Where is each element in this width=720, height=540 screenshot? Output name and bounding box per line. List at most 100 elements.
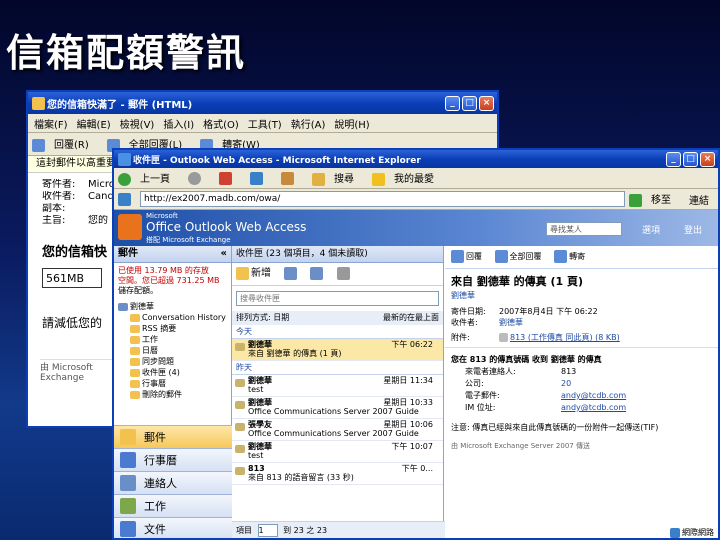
collapse-chevron-icon[interactable]: « (221, 246, 227, 262)
reading-toolbar: 回覆 全部回覆 轉寄 (445, 246, 718, 269)
find-someone-input[interactable]: 尋找某人 (546, 222, 622, 236)
group-header[interactable]: 昨天 (232, 361, 443, 375)
message-subject: Office Communications Server 2007 Guide (248, 407, 419, 416)
message-subject: test (248, 451, 264, 460)
folder-icon (130, 357, 140, 366)
owa-close-button[interactable]: × (700, 151, 715, 167)
message-row[interactable]: 劉德華 星期日 10:33 Office Communications Server… (232, 397, 443, 419)
nav-button[interactable]: 連絡人 (114, 471, 232, 494)
folder-item[interactable]: Conversation History (118, 312, 231, 323)
folder-label: 劉德華 (130, 302, 154, 311)
menu-item[interactable]: 檢視(V) (120, 116, 155, 131)
address-bar: http://ex2007.madb.com/owa/ 移至 連結 (114, 189, 718, 210)
address-input[interactable]: http://ex2007.madb.com/owa/ (140, 191, 625, 207)
favorites-button[interactable]: 我的最愛 (372, 170, 443, 186)
arrange-by-label[interactable]: 排列方式: 日期 (236, 313, 289, 322)
message-row[interactable]: 劉德華 下午 10:07 test (232, 441, 443, 463)
menu-item[interactable]: 插入(I) (163, 116, 194, 131)
to-value[interactable]: 劉德華 (499, 318, 523, 327)
message-time: 星期日 11:34 (383, 376, 433, 385)
nav-button[interactable]: 郵件 (114, 425, 232, 448)
folder-label: 工作 (142, 335, 158, 344)
menu-item[interactable]: 執行(A) (291, 116, 326, 131)
quota-warning: 已使用 13.79 MB 的存放 空間。您已超過 731.25 MB 儲存配額。 (114, 263, 231, 299)
links-button[interactable]: 連結 (689, 192, 709, 207)
signout-link[interactable]: 登出 (684, 223, 702, 236)
home-button[interactable] (281, 171, 303, 185)
search-button[interactable]: 搜尋 (312, 170, 363, 186)
message-sender: 劉德華 (248, 340, 272, 349)
delete-icon[interactable] (336, 266, 350, 280)
sort-order-label[interactable]: 最新的在最上面 (383, 311, 439, 325)
reading-reply-button[interactable]: 回覆 (451, 250, 482, 263)
forward-icon (554, 250, 568, 263)
navigation-pane: 郵件 « 已使用 13.79 MB 的存放 空間。您已超過 731.25 MB … (114, 246, 232, 538)
folder-item[interactable]: 工作 (118, 334, 231, 345)
group-header[interactable]: 今天 (232, 325, 443, 339)
reading-forward-button[interactable]: 轉寄 (554, 250, 585, 263)
go-button[interactable]: 移至 (629, 191, 680, 207)
folder-item[interactable]: 刪除的郵件 (118, 389, 231, 400)
folder-item[interactable]: 日曆 (118, 345, 231, 356)
view-icon[interactable] (284, 266, 298, 280)
menu-item[interactable]: 工具(T) (248, 116, 282, 131)
menu-item[interactable]: 檔案(F) (34, 116, 68, 131)
menu-item[interactable]: 說明(H) (334, 116, 369, 131)
search-label: 搜尋 (334, 174, 354, 186)
star-icon (372, 172, 385, 186)
nav-button[interactable]: 文件 (114, 517, 232, 538)
im-value[interactable]: andy@tcdb.com (561, 403, 626, 412)
email-value[interactable]: andy@tcdb.com (561, 391, 626, 400)
back-nav-button[interactable]: 上一頁 (118, 170, 179, 186)
folder-item[interactable]: 同步問題 (118, 356, 231, 367)
status-zone-label: 網際網路 (682, 528, 714, 537)
stop-button[interactable] (219, 171, 241, 185)
message-row[interactable]: 813 下午 0... 來自 813 的語音留言 (33 秒) (232, 463, 443, 485)
folder-item[interactable]: RSS 摘要 (118, 323, 231, 334)
inbox-search-input[interactable]: 搜尋收件匣 (236, 291, 439, 306)
reading-sender[interactable]: 劉德華 (445, 289, 718, 302)
folder-label: Conversation History (142, 313, 226, 322)
owa-minimize-button[interactable]: _ (666, 151, 681, 167)
nav-button-label: 文件 (144, 523, 166, 536)
move-icon[interactable] (310, 266, 324, 280)
pager-input[interactable]: 1 (257, 524, 278, 537)
message-subject: test (248, 385, 264, 394)
message-time: 星期日 10:33 (383, 398, 433, 407)
folder-label: 收件匣 (4) (142, 368, 180, 377)
logo-small: Microsoft (146, 212, 178, 220)
refresh-button[interactable] (250, 171, 272, 185)
refresh-icon (250, 171, 263, 185)
sent-value: 2007年8月4日 下午 06:22 (499, 307, 598, 316)
options-link[interactable]: 選項 (642, 223, 660, 236)
calendar-icon (120, 452, 136, 468)
caller-row: 來電者連絡人: 813 (465, 366, 712, 378)
menu-item[interactable]: 格式(O) (203, 116, 239, 131)
back-nav-label: 上一頁 (140, 174, 170, 186)
nav-button[interactable]: 行事曆 (114, 448, 232, 471)
message-row[interactable]: 張學友 星期日 10:06 Office Communications Server… (232, 419, 443, 441)
folder-item[interactable]: 劉德華 (118, 301, 231, 312)
nav-button[interactable]: 工作 (114, 494, 232, 517)
owa-maximize-button[interactable]: □ (683, 151, 698, 167)
company-value: 20 (561, 379, 572, 388)
close-button[interactable]: × (479, 95, 494, 111)
menu-item[interactable]: 編輯(E) (77, 116, 111, 131)
reading-subject: 來自 劉德華 的傳真 (1 頁) (451, 275, 584, 288)
folder-item[interactable]: 收件匣 (4) (118, 367, 231, 378)
minimize-button[interactable]: _ (445, 95, 460, 111)
message-row[interactable]: 劉德華 下午 06:22 來自 劉德華 的傳真 (1 頁) (232, 339, 443, 361)
ie-toolbar: 上一頁 搜尋 我的最愛 (114, 168, 718, 189)
maximize-button[interactable]: □ (462, 95, 477, 111)
pager-label: 項目 (236, 526, 252, 535)
forward-nav-button[interactable] (188, 171, 210, 185)
message-row[interactable]: 劉德華 星期日 11:34 test (232, 375, 443, 397)
attach-value[interactable]: 813 (工作傳真 同此頁) (8 KB) (510, 333, 620, 342)
reply-button[interactable]: 回覆(R) (32, 136, 98, 152)
message-time: 下午 10:07 (391, 442, 433, 451)
office-logo-icon (118, 214, 142, 240)
reading-reply-all-button[interactable]: 全部回覆 (494, 250, 542, 263)
folder-icon (130, 379, 140, 388)
folder-item[interactable]: 行事曆 (118, 378, 231, 389)
new-button[interactable]: 新增 (236, 266, 271, 280)
